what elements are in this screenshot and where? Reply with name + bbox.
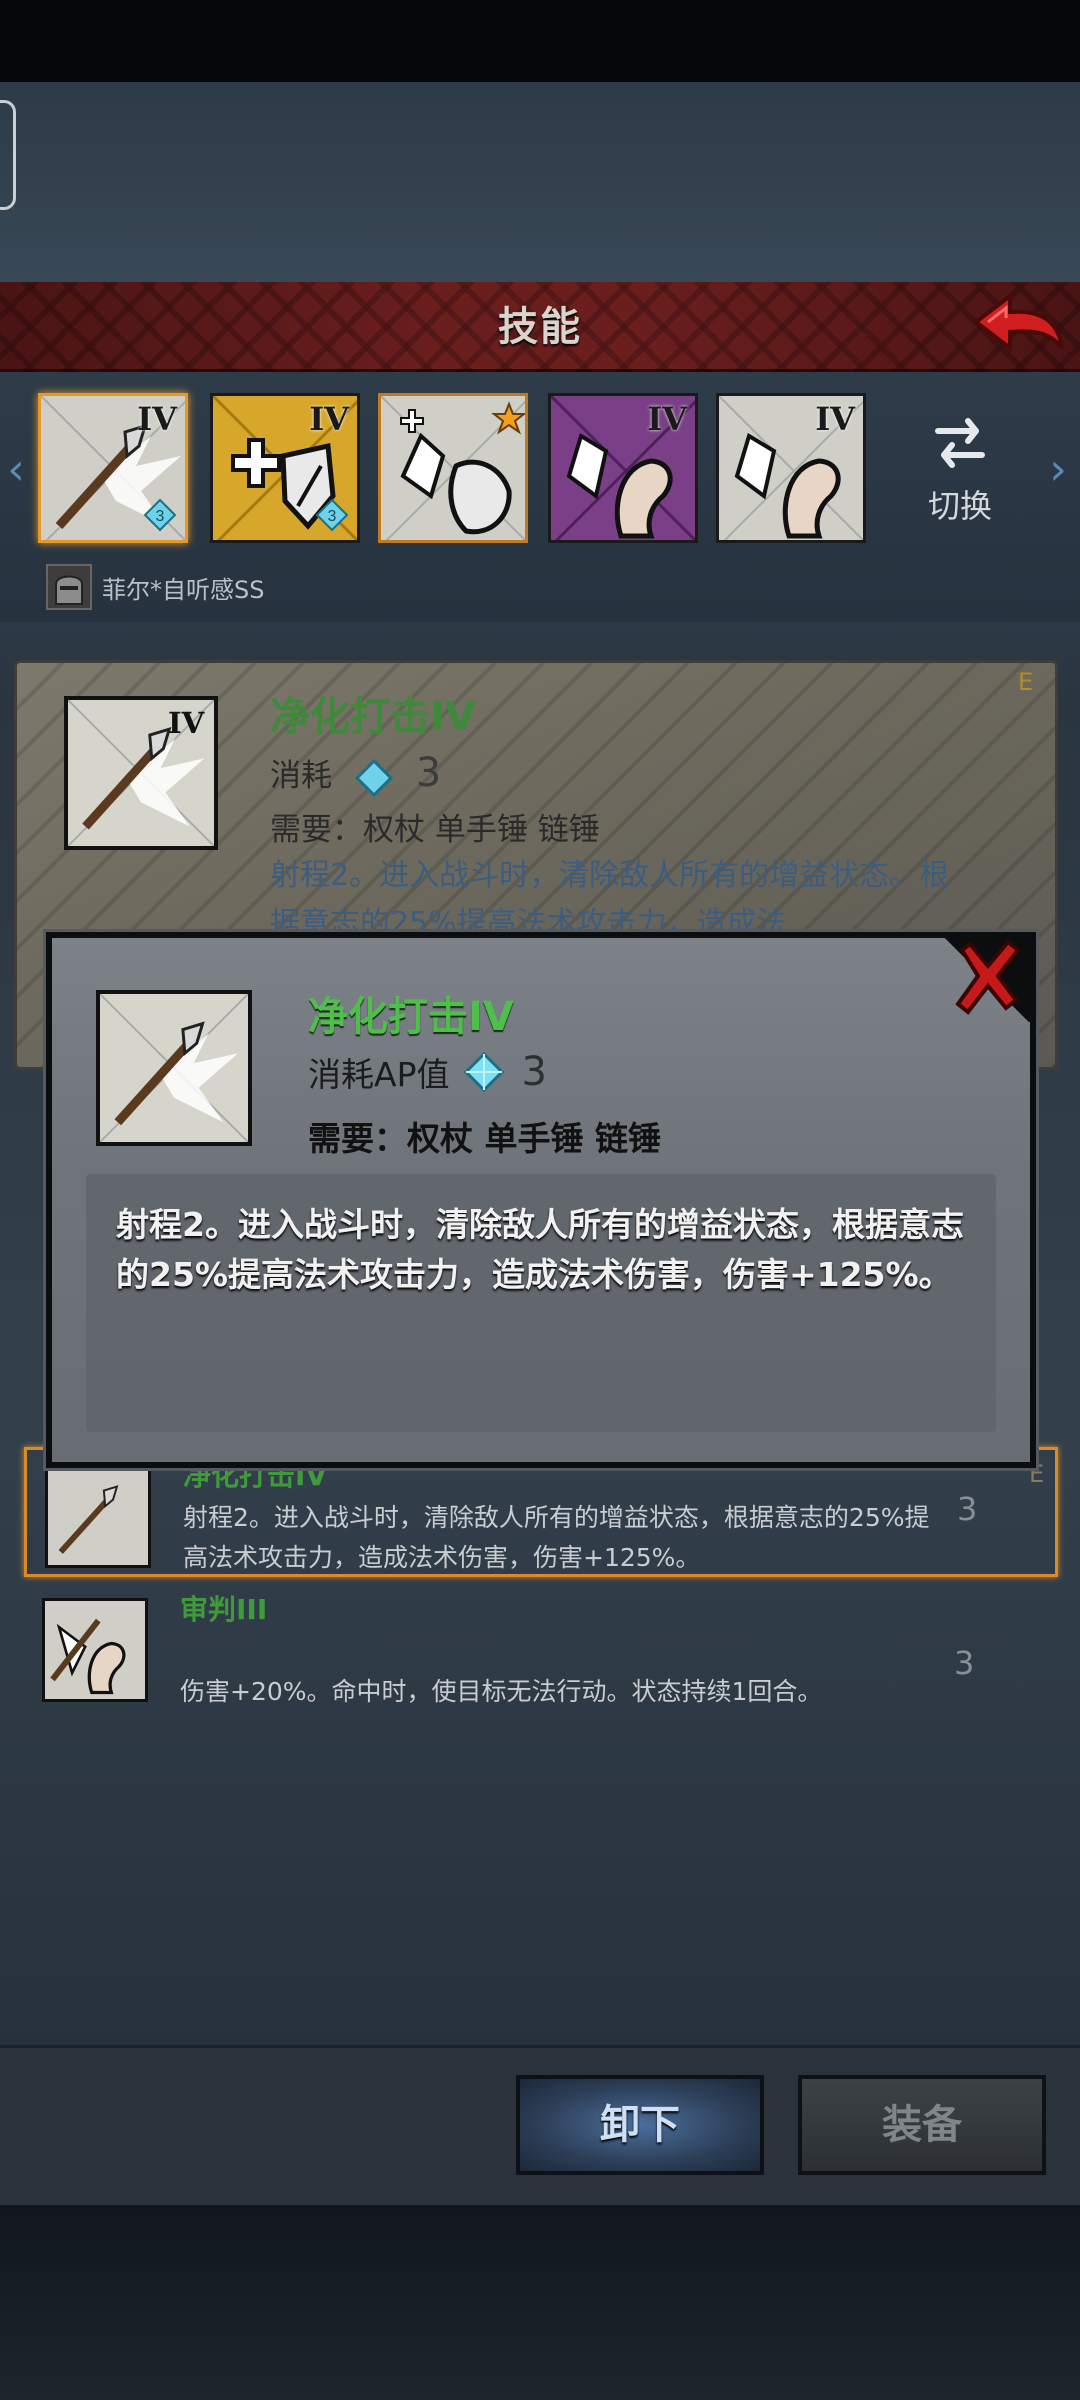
svg-text:IV: IV xyxy=(168,706,206,740)
skill-slot-2[interactable]: IV 3 xyxy=(210,393,360,543)
svg-text:3: 3 xyxy=(156,508,165,525)
list-item-desc: 射程2。进入战斗时，清除敌人所有的增益状态，根据意志的25%提高法术攻击力，造成… xyxy=(183,1503,930,1572)
skill-detail-title: 净化打击IV xyxy=(270,694,476,740)
red-x-close-icon xyxy=(955,939,1021,1015)
skill-detail-icon: IV xyxy=(64,696,218,850)
crystal-fist-skill-icon xyxy=(381,396,525,540)
page-title: 技能 xyxy=(498,304,582,350)
spear-skill-icon: IV xyxy=(68,700,214,846)
gem-badge-icon: 3 xyxy=(315,498,349,532)
game-screen: 技能 ‹ › IV 3 IV 3 IV IV 切换 菲尔*自听感SS IV 净化… xyxy=(0,0,1080,2400)
modal-cost-label: 消耗AP值 xyxy=(308,1055,450,1094)
skill-detail-requirement: 需要：权杖 单手锤 链锤 xyxy=(270,812,600,848)
modal-title: 净化打击IV xyxy=(308,994,514,1040)
skill-slot-1[interactable]: IV 3 xyxy=(38,393,188,543)
cost-value: 3 xyxy=(415,750,442,796)
svg-text:3: 3 xyxy=(328,508,337,525)
back-button[interactable] xyxy=(970,290,1066,360)
skill-detail-cost: 消耗 3 xyxy=(270,750,441,798)
frame-edge xyxy=(0,100,16,210)
judgment-skill-icon xyxy=(46,1601,144,1699)
character-row: 菲尔*自听感SS xyxy=(46,564,265,610)
blue-diamond-gem-icon xyxy=(354,758,393,797)
equip-button[interactable]: 装备 xyxy=(798,2075,1046,2175)
gem-badge-icon: 3 xyxy=(143,498,177,532)
spear-skill-icon xyxy=(49,1467,147,1565)
modal-cost-value: 3 xyxy=(521,1049,547,1095)
unequip-button[interactable]: 卸下 xyxy=(516,2075,764,2175)
skill-rank: IV xyxy=(815,400,855,438)
skill-grade: E xyxy=(1018,668,1034,696)
red-arrow-back-icon xyxy=(972,291,1064,353)
skill-rank: IV xyxy=(309,400,349,438)
character-name: 菲尔*自听感SS xyxy=(102,575,265,604)
modal-requirement: 需要：权杖 单手锤 链锤 xyxy=(308,1119,661,1158)
modal-description: 射程2。进入战斗时，清除敌人所有的增益状态，根据意志的25%提高法术攻击力，造成… xyxy=(116,1205,964,1294)
scroll-right-arrow-icon[interactable]: › xyxy=(1046,440,1070,500)
switch-label: 切换 xyxy=(927,487,992,525)
blue-diamond-gem-icon xyxy=(464,1051,505,1093)
list-item-name: 审判III xyxy=(180,1593,268,1626)
swap-arrows-icon xyxy=(935,418,985,468)
skill-rank: IV xyxy=(137,400,177,438)
cost-label: 消耗 xyxy=(270,758,332,794)
avatar xyxy=(46,564,92,610)
list-item-desc: 伤害+20%。命中时，使目标无法行动。状态持续1回合。 xyxy=(180,1677,823,1706)
scroll-left-arrow-icon[interactable]: ‹ xyxy=(4,440,28,500)
skill-rank: IV xyxy=(647,400,687,438)
modal-skill-icon xyxy=(96,990,252,1146)
close-button[interactable] xyxy=(940,936,1032,1022)
spear-skill-icon xyxy=(100,994,248,1142)
skill-slot-3[interactable] xyxy=(378,393,528,543)
list-item-icon xyxy=(42,1598,148,1702)
skill-slot-5[interactable]: IV xyxy=(716,393,866,543)
list-item[interactable]: 审判III 伤害+20%。命中时，使目标无法行动。状态持续1回合。 3 xyxy=(24,1584,1058,1714)
list-item-cost: 3 xyxy=(957,1490,978,1528)
list-item-icon xyxy=(45,1464,151,1568)
header-bar: 技能 xyxy=(0,282,1080,372)
list-item-cost: 3 xyxy=(954,1644,975,1682)
skill-slot-4[interactable]: IV xyxy=(548,393,698,543)
helmet-avatar-icon xyxy=(48,566,90,608)
switch-button[interactable]: 切换 xyxy=(910,415,1010,525)
modal-cost: 消耗AP值 3 xyxy=(308,1048,547,1096)
